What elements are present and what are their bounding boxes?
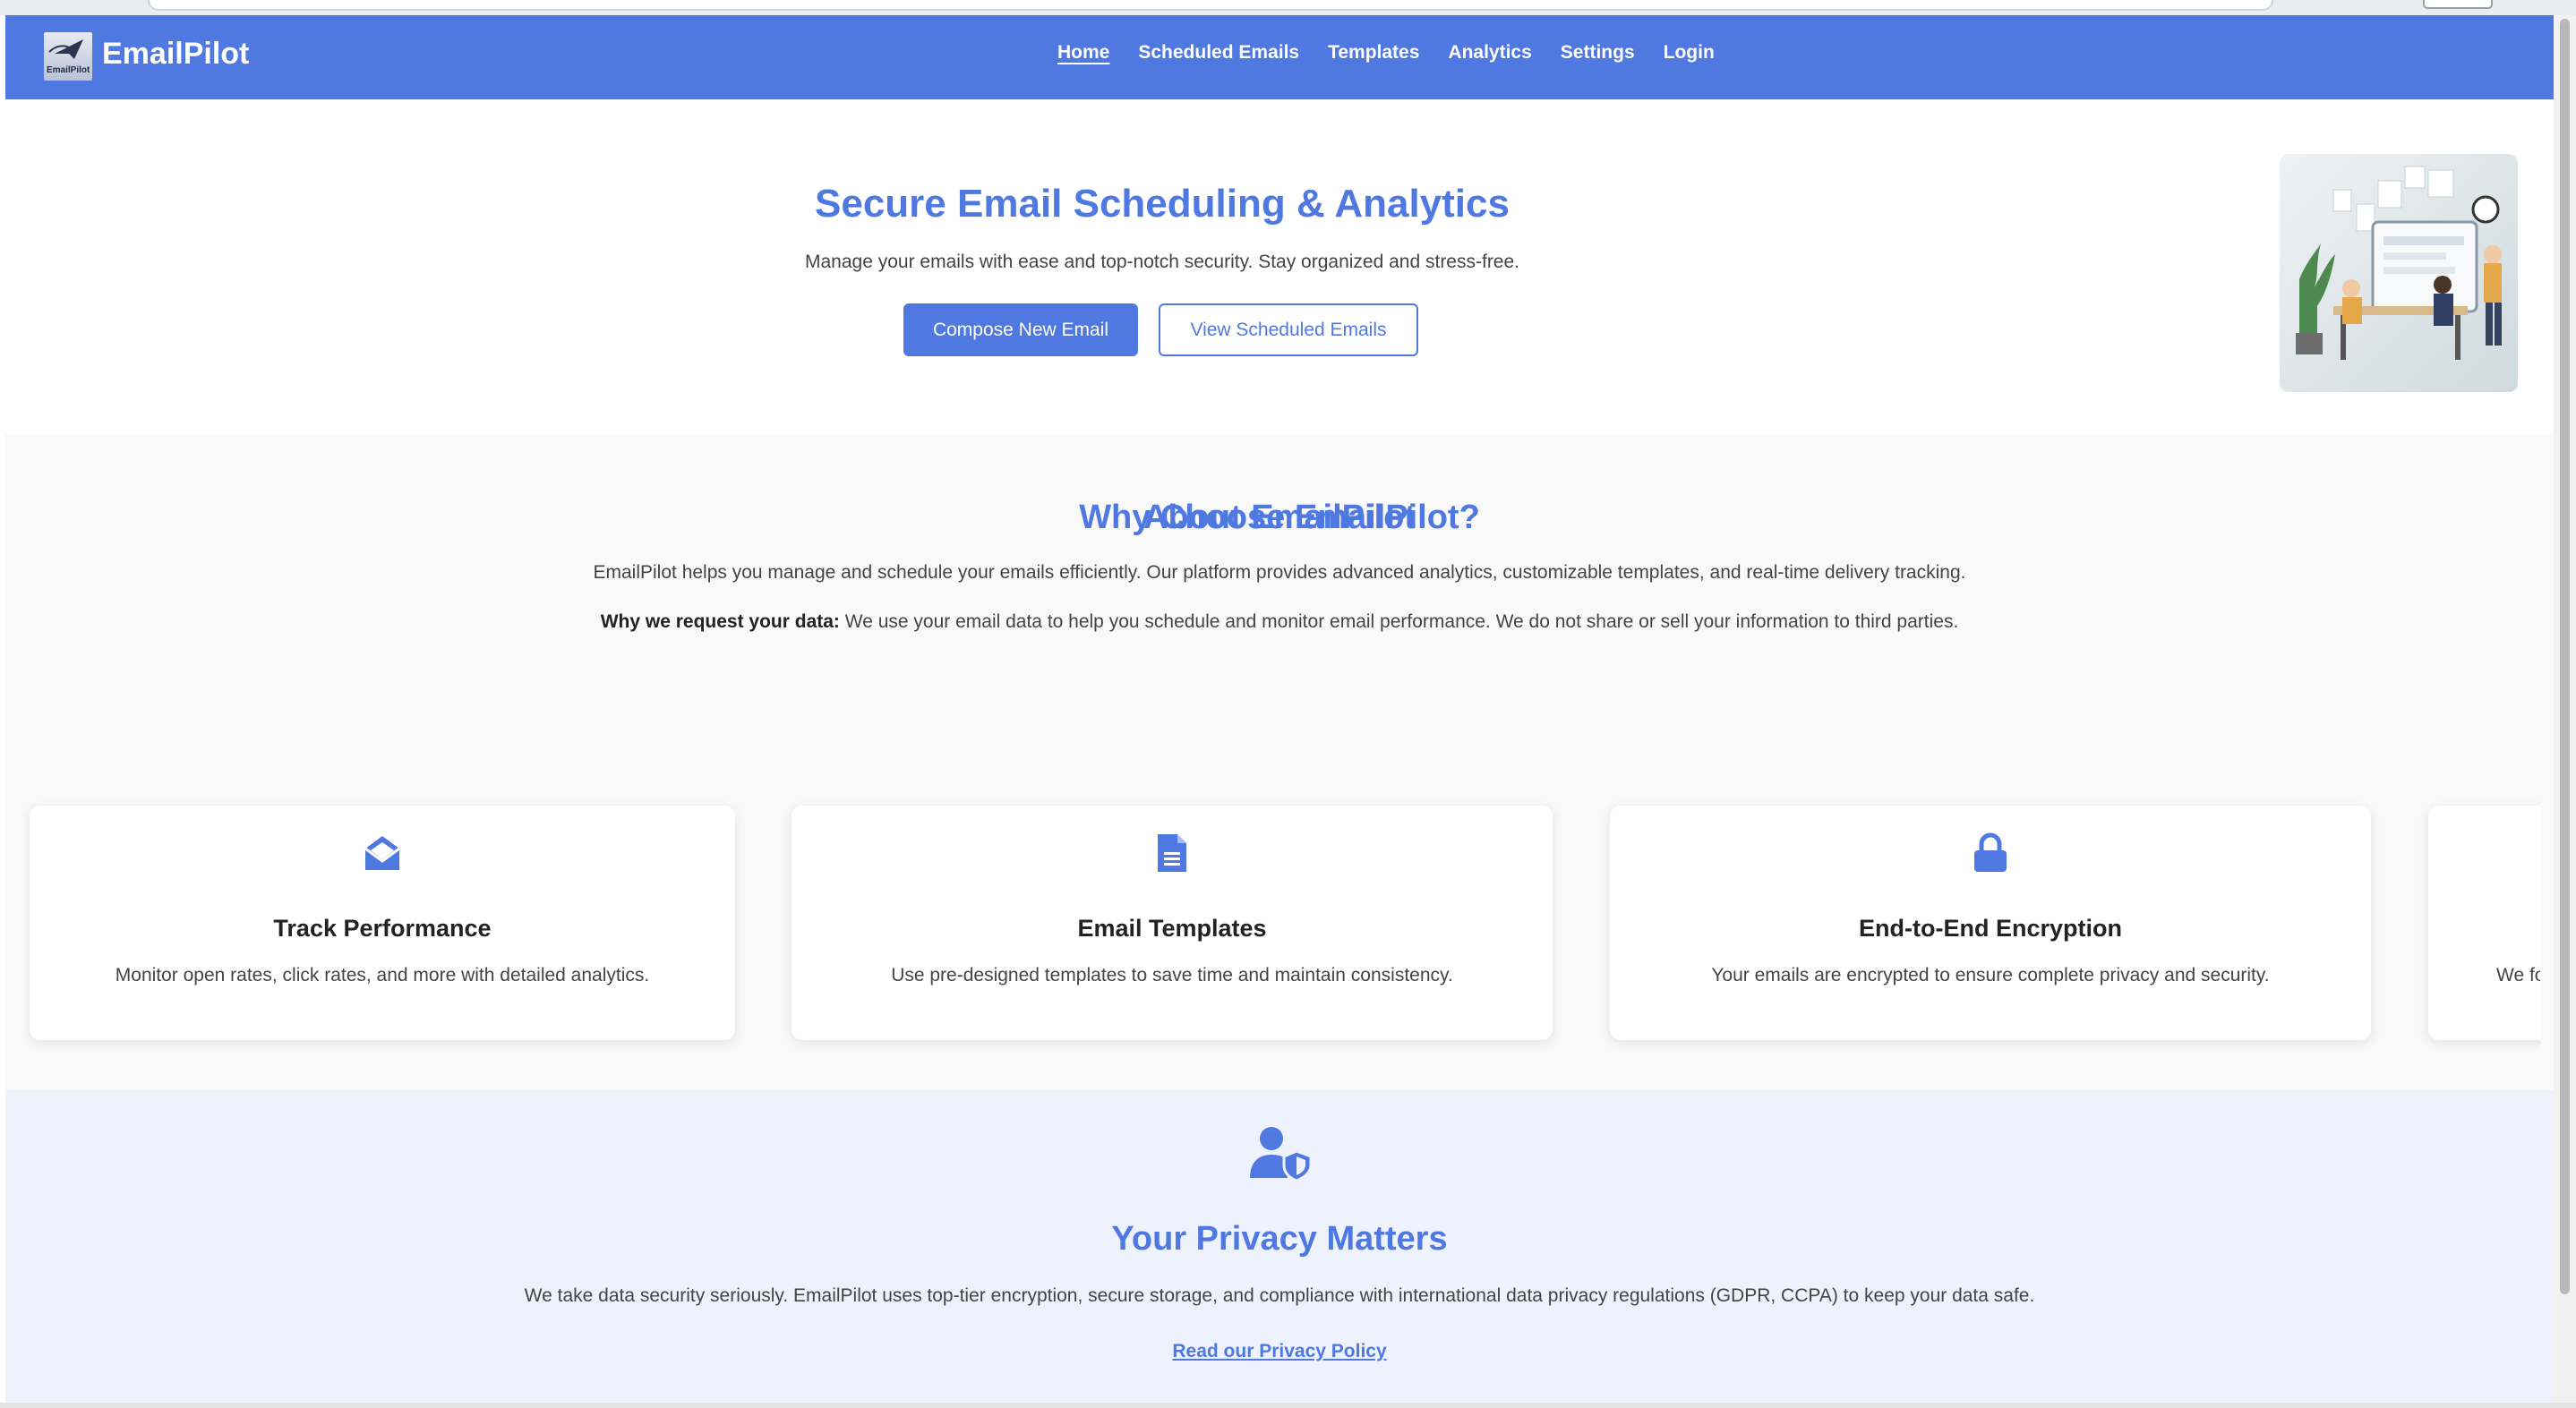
hero-section: Secure Email Scheduling & Analytics Mana… [5, 99, 2554, 434]
view-scheduled-emails-button[interactable]: View Scheduled Emails [1159, 303, 1418, 356]
browser-top-strip [0, 0, 2576, 15]
window-bottom-edge [0, 1403, 2576, 1408]
brand-name[interactable]: EmailPilot [102, 37, 249, 72]
nav-templates[interactable]: Templates [1328, 42, 1419, 64]
feature-card-desc: Use pre-designed templates to save time … [891, 965, 1453, 986]
navbar: EmailPilot EmailPilot Home Scheduled Ema… [5, 15, 2554, 99]
compose-new-email-button[interactable]: Compose New Email [903, 303, 1138, 356]
hero-subtitle: Manage your emails with ease and top-not… [804, 252, 1520, 272]
nav-login[interactable]: Login [1664, 42, 1715, 64]
data-request-text: Why we request your data: We use your em… [5, 611, 2554, 633]
feature-card-desc: We fo [2496, 965, 2540, 986]
logo-image[interactable]: EmailPilot [44, 32, 92, 81]
logo-mini-text: EmailPilot [47, 65, 90, 75]
envelope-open-icon [364, 836, 400, 870]
about-section: About EmailPilot EmailPilot helps you ma… [5, 434, 2554, 1105]
page: EmailPilot EmailPilot Home Scheduled Ema… [5, 15, 2554, 1403]
feature-card-title: Email Templates [1077, 915, 1267, 942]
paper-plane-icon [48, 39, 83, 59]
about-text: EmailPilot helps you manage and schedule… [593, 562, 1966, 583]
feature-card-title: Track Performance [273, 915, 492, 942]
nav-settings[interactable]: Settings [1561, 42, 1635, 64]
nav-home[interactable]: Home [1057, 42, 1109, 64]
office-illustration [2280, 154, 2518, 392]
scrollbar-thumb[interactable] [2560, 19, 2570, 1294]
browser-button[interactable] [2423, 0, 2493, 9]
privacy-section: Your Privacy Matters We take data securi… [5, 1090, 2554, 1403]
lock-icon [1974, 832, 2007, 872]
nav-links: Home Scheduled Emails Templates Analytic… [1057, 42, 1715, 64]
data-request-body: We use your email data to help you sched… [839, 611, 1959, 632]
browser-address-bar[interactable] [148, 0, 2273, 11]
features-title: Why Choose EmailPilot? [1079, 499, 1480, 536]
nav-analytics[interactable]: Analytics [1448, 42, 1531, 64]
privacy-text: We take data security seriously. EmailPi… [524, 1285, 2035, 1306]
scrollbar[interactable] [2554, 15, 2576, 1408]
feature-card-track-performance[interactable]: Track Performance Monitor open rates, cl… [30, 806, 735, 1040]
privacy-link-wrap: Read our Privacy Policy [5, 1341, 2554, 1362]
feature-card-partial[interactable]: We fo [2428, 806, 2540, 1040]
nav-scheduled-emails[interactable]: Scheduled Emails [1138, 42, 1299, 64]
data-request-label: Why we request your data: [600, 611, 840, 632]
privacy-policy-link[interactable]: Read our Privacy Policy [1172, 1341, 1386, 1361]
features-carousel[interactable]: Track Performance Monitor open rates, cl… [24, 799, 2540, 1050]
feature-card-desc: Your emails are encrypted to ensure comp… [1711, 965, 2270, 986]
feature-card-encryption[interactable]: End-to-End Encryption Your emails are en… [1610, 806, 2371, 1040]
user-shield-icon [1250, 1127, 1313, 1182]
hero-title: Secure Email Scheduling & Analytics [815, 182, 1510, 226]
feature-card-title: End-to-End Encryption [1859, 915, 2122, 942]
privacy-title: Your Privacy Matters [1111, 1220, 1448, 1258]
document-icon [1158, 834, 1186, 872]
feature-card-desc: Monitor open rates, click rates, and mor… [115, 965, 650, 986]
feature-card-email-templates[interactable]: Email Templates Use pre-designed templat… [792, 806, 1553, 1040]
